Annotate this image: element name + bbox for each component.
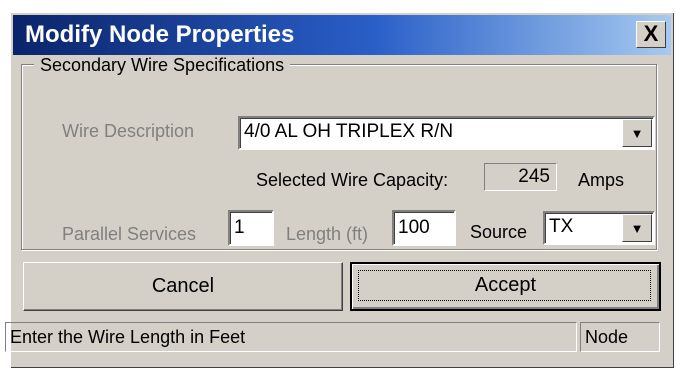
- wire-description-dropdown-button[interactable]: ▼: [622, 119, 652, 147]
- length-label: Length (ft): [286, 224, 369, 244]
- status-bar: Enter the Wire Length in Feet Node: [3, 322, 673, 354]
- accept-button[interactable]: Accept: [350, 262, 661, 311]
- wire-description-value: 4/0 AL OH TRIPLEX R/N: [244, 121, 454, 142]
- title-bar: Modify Node Properties X: [13, 15, 671, 55]
- capacity-value-box: 245: [484, 163, 557, 191]
- source-dropdown-button[interactable]: ▼: [622, 214, 652, 242]
- source-combo[interactable]: TX ▼: [543, 211, 655, 245]
- window-title: Modify Node Properties: [25, 21, 295, 48]
- focus-rectangle: [358, 270, 651, 301]
- length-input[interactable]: [392, 210, 456, 246]
- cancel-button-label: Cancel: [151, 275, 215, 297]
- chevron-down-icon: ▼: [630, 221, 644, 236]
- chevron-down-icon: ▼: [630, 126, 644, 141]
- cancel-button[interactable]: Cancel: [23, 262, 343, 311]
- capacity-value: 245: [518, 166, 550, 187]
- source-value: TX: [549, 216, 574, 237]
- status-mode: Node: [580, 322, 660, 352]
- capacity-unit: Amps: [578, 170, 625, 190]
- wire-description-combo[interactable]: 4/0 AL OH TRIPLEX R/N ▼: [238, 116, 655, 150]
- status-message: Enter the Wire Length in Feet: [5, 322, 577, 352]
- parallel-services-input[interactable]: [228, 210, 274, 246]
- wire-description-label: Wire Description: [62, 121, 195, 141]
- close-button[interactable]: X: [636, 21, 666, 48]
- capacity-label: Selected Wire Capacity:: [256, 170, 449, 190]
- source-label: Source: [470, 222, 528, 242]
- group-title: Secondary Wire Specifications: [34, 55, 291, 76]
- close-icon: X: [643, 21, 659, 46]
- parallel-services-label: Parallel Services: [62, 224, 197, 244]
